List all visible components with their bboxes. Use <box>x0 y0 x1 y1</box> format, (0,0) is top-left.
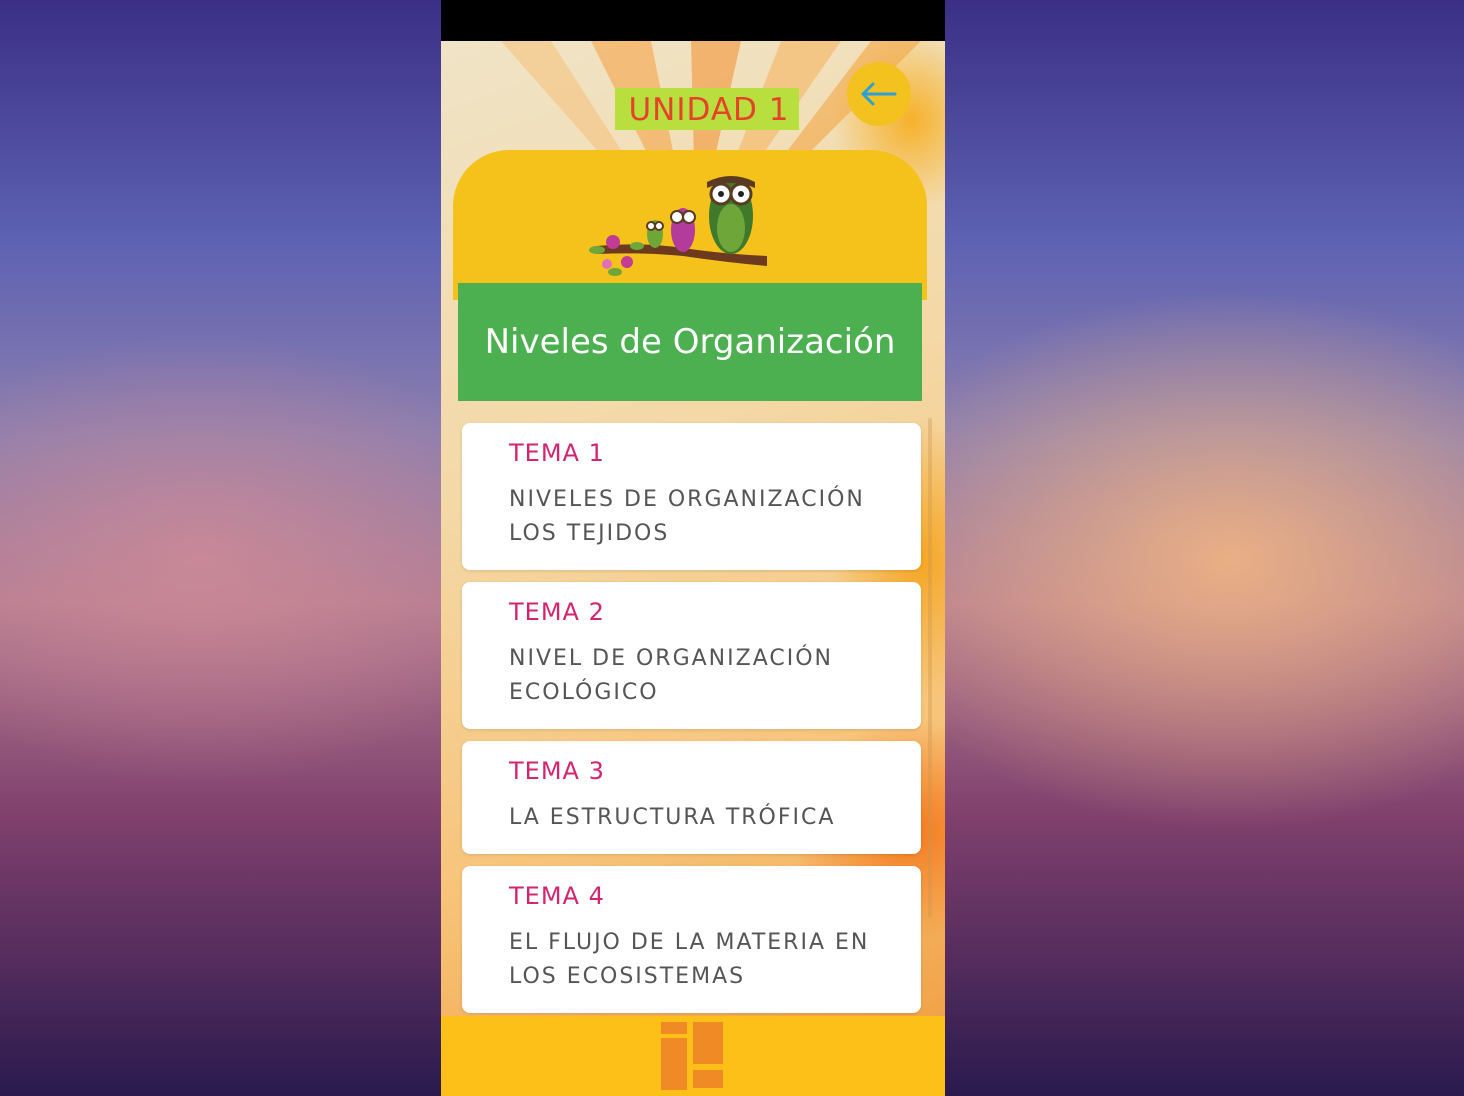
status-bar <box>441 0 945 41</box>
scrollbar[interactable] <box>928 418 932 918</box>
unit-title: UNIDAD 1 <box>615 88 799 130</box>
tema-label: TEMA 4 <box>509 882 605 910</box>
owls-on-branch-icon <box>589 176 767 276</box>
tema-card-2[interactable]: TEMA 2 NIVEL DE ORGANIZACIÓN ECOLÓGICO <box>462 582 921 729</box>
app-logo-icon[interactable] <box>659 1022 725 1090</box>
arrow-left-icon <box>861 82 897 106</box>
tema-description: NIVELES DE ORGANIZACIÓN LOS TEJIDOS <box>509 487 865 546</box>
tema-description: EL FLUJO DE LA MATERIA EN LOS ECOSISTEMA… <box>509 930 870 989</box>
tema-label: TEMA 1 <box>509 439 605 467</box>
tema-label: TEMA 2 <box>509 598 605 626</box>
tema-label: TEMA 3 <box>509 757 605 785</box>
back-button[interactable] <box>847 62 911 126</box>
tema-description: LA ESTRUCTURA TRÓFICA <box>509 805 836 830</box>
topic-title: Niveles de Organización <box>484 322 896 362</box>
tema-card-4[interactable]: TEMA 4 EL FLUJO DE LA MATERIA EN LOS ECO… <box>462 866 921 1013</box>
tema-card-1[interactable]: TEMA 1 NIVELES DE ORGANIZACIÓN LOS TEJID… <box>462 423 921 570</box>
tema-description: NIVEL DE ORGANIZACIÓN ECOLÓGICO <box>509 646 833 705</box>
bottom-bar <box>441 1016 945 1096</box>
tema-card-3[interactable]: TEMA 3 LA ESTRUCTURA TRÓFICA <box>462 741 921 854</box>
phone-screen: UNIDAD 1 Niveles de Organización TEMA 1 … <box>441 0 945 1096</box>
topic-title-banner: Niveles de Organización <box>458 283 922 401</box>
